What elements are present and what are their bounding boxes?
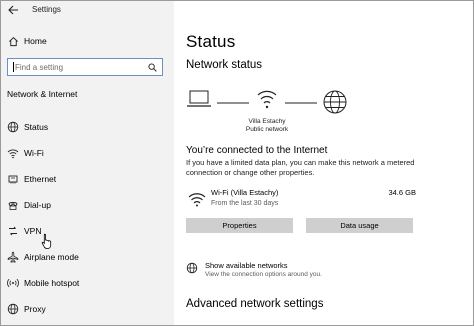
sidebar-item-vpn[interactable]: VPN	[1, 222, 174, 240]
sidebar-item-ethernet[interactable]: Ethernet	[1, 170, 174, 188]
wifi-icon	[188, 193, 206, 207]
home-label: Home	[24, 36, 47, 46]
sidebar-item-dialup[interactable]: Dial-up	[1, 196, 174, 214]
network-status-heading: Network status	[186, 59, 263, 71]
home-icon	[9, 37, 18, 47]
globe-icon	[7, 121, 19, 133]
vpn-icon	[9, 226, 17, 236]
sidebar-item-status[interactable]: Status	[1, 118, 174, 136]
hotspot-icon	[7, 278, 19, 288]
page-title: Status	[186, 32, 236, 51]
section-title: Network & Internet	[7, 89, 78, 99]
globe-icon	[7, 303, 19, 315]
wifi-signal-icon	[257, 90, 277, 109]
title-bar: Settings	[1, 1, 174, 21]
network-label: Villa Estachy Public network	[237, 118, 297, 134]
sidebar-item-wifi[interactable]: Wi-Fi	[1, 144, 174, 162]
sidebar-item-label: Airplane mode	[24, 252, 79, 262]
main-panel: Status Network status Villa Estachy Publ…	[174, 1, 473, 325]
sidebar-item-label: Dial-up	[24, 200, 51, 210]
data-usage-amount: 34.6 GB	[388, 188, 416, 197]
sidebar: Settings Home Network & Internet Status …	[1, 1, 174, 325]
network-type: Public network	[245, 126, 289, 133]
app-title: Settings	[32, 5, 61, 14]
text-caret	[13, 62, 14, 72]
show-networks-subtitle: View the connection options around you.	[205, 271, 322, 278]
show-networks-title: Show available networks	[205, 261, 288, 270]
sidebar-item-proxy[interactable]: Proxy	[1, 300, 174, 318]
sidebar-item-label: Proxy	[24, 304, 46, 314]
globe-icon	[186, 262, 198, 274]
connection-name: Wi-Fi (Villa Estachy)	[211, 188, 279, 197]
sidebar-item-label: Wi-Fi	[24, 148, 44, 158]
ethernet-icon	[8, 175, 18, 184]
search-icon[interactable]	[148, 63, 157, 72]
show-available-networks-link[interactable]: Show available networks View the connect…	[186, 260, 386, 282]
search-input[interactable]	[15, 61, 145, 73]
sidebar-item-mobile-hotspot[interactable]: Mobile hotspot	[1, 274, 174, 292]
sidebar-item-label: Mobile hotspot	[24, 278, 80, 288]
search-box[interactable]	[7, 58, 163, 76]
back-arrow-icon[interactable]	[7, 4, 19, 16]
home-nav-item[interactable]: Home	[1, 34, 174, 50]
internet-globe-icon	[323, 90, 347, 114]
wifi-icon	[7, 149, 19, 159]
laptop-icon	[187, 90, 211, 107]
connection-description: If you have a limited data plan, you can…	[186, 158, 415, 177]
sidebar-item-label: Ethernet	[24, 174, 57, 184]
properties-button[interactable]: Properties	[186, 218, 293, 233]
sidebar-item-label: Status	[24, 122, 49, 132]
network-name: Villa Estachy	[248, 118, 286, 125]
advanced-settings-heading: Advanced network settings	[186, 298, 324, 310]
sidebar-item-label: VPN	[24, 226, 42, 236]
hand-cursor-icon	[41, 233, 52, 249]
dialup-icon	[8, 202, 18, 210]
usage-period: From the last 30 days	[211, 200, 279, 207]
data-usage-button[interactable]: Data usage	[306, 218, 413, 233]
sidebar-item-airplane-mode[interactable]: Airplane mode	[1, 248, 174, 266]
connection-summary: Wi-Fi (Villa Estachy) From the last 30 d…	[186, 186, 416, 212]
airplane-icon	[7, 251, 19, 263]
connected-heading: You’re connected to the Internet	[186, 145, 328, 156]
